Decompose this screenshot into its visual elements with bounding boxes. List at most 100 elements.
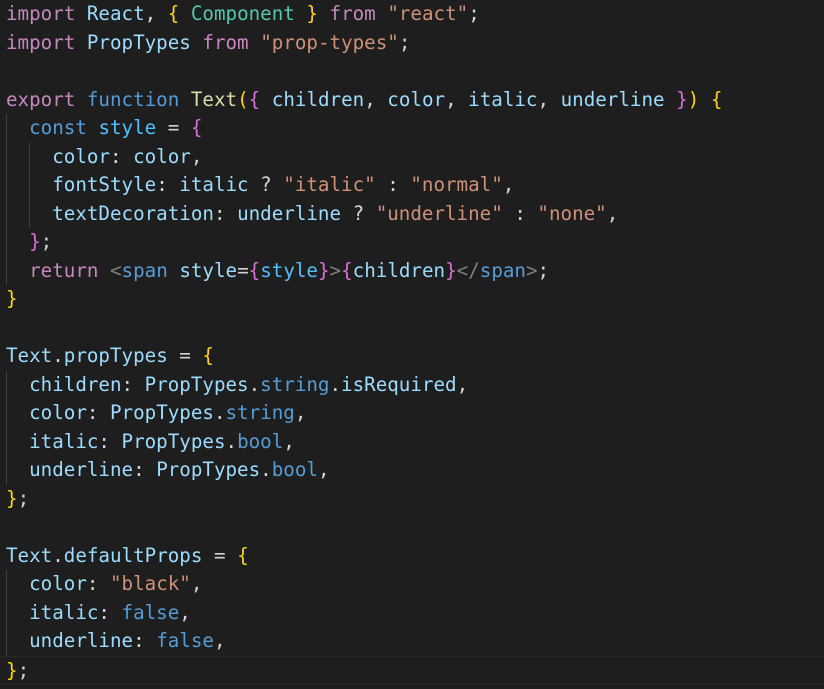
code-token: italic [29,429,99,453]
indent-guide [6,228,7,257]
code-token: span [121,258,168,282]
code-token: ; [398,30,411,54]
indent-guide [6,456,7,485]
indent-guide [6,114,7,143]
code-line[interactable]: import PropTypes from "prop-types"; [0,29,824,58]
indent-guide [6,199,7,228]
code-line[interactable]: textDecoration: underline ? "underline" … [0,199,824,228]
code-line[interactable]: const style = { [0,114,824,143]
indent-guide [29,142,31,171]
code-line[interactable]: Text.propTypes = { [0,342,824,371]
code-line[interactable]: color: "black", [0,570,824,599]
indent-guide [6,142,7,171]
code-token: children [271,87,365,111]
code-token: , [283,429,295,453]
code-token: style [98,116,157,139]
indent-guide [6,256,7,285]
code-token: ? [248,173,284,196]
code-line[interactable] [0,314,824,343]
code-token: "black" [109,572,191,595]
code-token: . [52,344,64,367]
code-token: </ [456,258,480,282]
code-token: color [29,572,87,595]
code-line[interactable]: Text.defaultProps = { [0,542,824,571]
code-line[interactable]: italic: PropTypes.bool, [0,427,824,456]
code-token: . [248,372,261,396]
code-token: : [375,173,411,196]
code-token: : [109,144,134,168]
code-line[interactable]: export function Text({ children, color, … [0,86,824,115]
code-line[interactable]: }; [0,228,824,257]
code-line[interactable]: fontStyle: italic ? "italic" : "normal", [0,171,824,200]
code-token: { [710,87,723,111]
code-token: Text [6,344,53,367]
code-line[interactable]: underline: false, [0,627,824,656]
code-token: string [225,401,295,424]
code-token: isRequired [341,372,457,396]
code-token: < [109,258,122,282]
code-line[interactable]: italic: false, [0,598,824,627]
code-token: = [167,344,203,367]
code-line[interactable]: } [0,285,824,314]
code-token: Component [190,2,295,25]
code-token: from [329,2,376,25]
code-token: PropTypes [144,372,249,396]
code-token: : [213,201,238,225]
code-editor[interactable]: import React, { Component } from "react"… [0,0,824,689]
code-token: , [213,629,226,652]
code-line[interactable]: color: color, [0,142,824,171]
code-token: PropTypes [86,30,191,54]
code-token: italic [179,173,249,196]
code-token: function [86,87,180,111]
code-token: bool [237,429,284,453]
code-token: children [352,258,446,282]
code-token: } [6,658,18,682]
code-token: from [202,30,249,54]
code-line[interactable]: }; [0,655,824,684]
code-token: ? [341,201,376,225]
code-token: ; [17,486,30,510]
code-line[interactable]: import React, { Component } from "react"… [0,0,824,29]
code-token: Text [6,543,53,567]
code-token: style [260,258,318,282]
code-token: ; [537,258,550,282]
code-token: underline [29,629,134,652]
code-line[interactable]: return <span style={style}>{children}</s… [0,256,824,285]
code-token: { [237,543,249,567]
code-token: , [537,87,561,111]
code-token: { [190,116,203,139]
code-token: import [6,2,76,25]
code-line[interactable]: color: PropTypes.string, [0,399,824,428]
code-token: } [317,258,330,282]
code-token: underline [29,458,134,481]
code-line[interactable]: children: PropTypes.string.isRequired, [0,370,824,399]
code-token: . [225,429,238,453]
code-token: color [387,87,446,111]
indent-guide [6,570,7,599]
code-line[interactable]: underline: PropTypes.bool, [0,456,824,485]
code-token: return [29,258,99,282]
code-token: color [29,401,87,424]
code-token: false [121,600,180,624]
code-token: italic [468,87,538,111]
code-token: { [341,258,353,282]
code-line[interactable] [0,513,824,542]
code-line[interactable] [0,57,824,86]
code-line[interactable]: }; [0,485,824,514]
code-token: , [456,372,469,396]
code-token: italic [29,600,99,624]
code-token: , [445,87,469,111]
code-token: import [6,30,76,54]
code-token: , [190,144,203,168]
code-token: , [364,87,388,111]
